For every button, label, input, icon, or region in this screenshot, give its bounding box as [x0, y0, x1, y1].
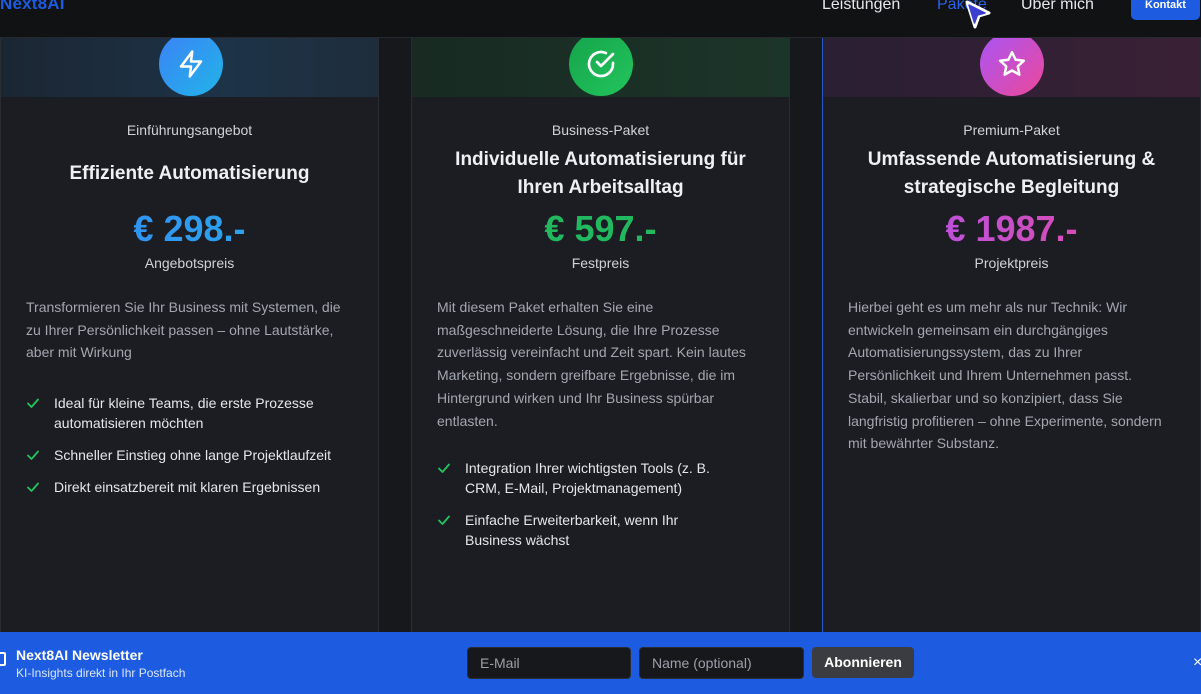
card-eyebrow: Einführungsangebot — [126, 122, 253, 138]
feature-text: Schneller Einstieg ohne lange Projektlau… — [54, 447, 332, 463]
check-icon — [27, 398, 39, 408]
card-description: Hierbei geht es um mehr als nur Technik:… — [848, 299, 1162, 452]
subscribe-button[interactable]: Abonnieren — [812, 647, 914, 678]
feature-text: Ideal für kleine Teams, die erste Prozes… — [54, 395, 314, 431]
card-price-label: Projektpreis — [974, 255, 1049, 271]
main-nav: Leistungen Pakete Über mich — [0, 0, 1201, 16]
card-price: € 597.- — [544, 208, 657, 249]
check-icon — [27, 482, 39, 492]
card-title: Umfassende Automatisierung & strategisch… — [867, 149, 1156, 198]
star-icon — [998, 50, 1026, 76]
card-title: Individuelle Automatisierung für Ihren A… — [455, 149, 746, 198]
feature-list: Ideal für kleine Teams, die erste Prozes… — [26, 393, 346, 509]
check-circle-icon — [587, 50, 615, 78]
card-icon-badge — [569, 32, 633, 96]
site-header: Next8AI Leistungen Pakete Über mich Kont… — [0, 0, 1201, 38]
card-description: Mit diesem Paket erhalten Sie eine maßge… — [437, 299, 746, 429]
card-description: Transformieren Sie Ihr Business mit Syst… — [26, 299, 341, 361]
newsletter-subtitle: KI-Insights direkt in Ihr Postfach — [16, 666, 186, 680]
feature-item: Schneller Einstieg ohne lange Projektlau… — [26, 445, 346, 465]
package-card-premium: Premium-Paket Umfassende Automatisierung… — [822, 32, 1201, 638]
card-price-label: Angebotspreis — [144, 255, 235, 271]
newsletter-title: Next8AI Newsletter — [16, 647, 143, 663]
feature-item: Integration Ihrer wichtigsten Tools (z. … — [437, 458, 737, 498]
lightning-icon — [179, 50, 203, 78]
card-icon-badge — [159, 32, 223, 96]
contact-button[interactable]: Kontakt — [1131, 0, 1200, 20]
card-price: € 298.- — [1, 208, 378, 250]
feature-text: Direkt einsatzbereit mit klaren Ergebnis… — [54, 479, 321, 495]
nav-item-leistungen[interactable]: Leistungen — [822, 0, 900, 14]
email-input[interactable] — [467, 647, 631, 679]
card-price-label: Festpreis — [571, 255, 630, 271]
newsletter-bar: Next8AI Newsletter KI-Insights direkt in… — [0, 632, 1201, 694]
card-title: Effiziente Automatisierung — [69, 163, 310, 184]
card-icon-badge — [980, 32, 1044, 96]
check-icon — [438, 463, 450, 473]
feature-text: Einfache Erweiterbarkeit, wenn Ihr Busin… — [465, 512, 679, 548]
nav-item-ueber-mich[interactable]: Über mich — [1021, 0, 1094, 14]
package-card-intro: Einführungsangebot Effiziente Automatisi… — [0, 32, 379, 638]
feature-item: Einfache Erweiterbarkeit, wenn Ihr Busin… — [437, 510, 737, 550]
feature-list: Integration Ihrer wichtigsten Tools (z. … — [437, 458, 737, 562]
name-input[interactable] — [639, 647, 804, 679]
card-price: € 1987.- — [823, 208, 1200, 250]
feature-text: Integration Ihrer wichtigsten Tools (z. … — [465, 460, 710, 496]
feature-item: Direkt einsatzbereit mit klaren Ergebnis… — [26, 477, 346, 497]
card-eyebrow: Business-Paket — [551, 122, 650, 138]
package-card-business: Business-Paket Individuelle Automatisier… — [411, 32, 790, 638]
mouse-cursor-icon — [965, 0, 991, 29]
feature-item: Ideal für kleine Teams, die erste Prozes… — [26, 393, 346, 433]
check-icon — [27, 450, 39, 460]
check-icon — [438, 515, 450, 525]
card-eyebrow: Premium-Paket — [963, 122, 1060, 138]
close-icon[interactable]: × — [1193, 654, 1201, 672]
newsletter-icon — [0, 652, 6, 666]
